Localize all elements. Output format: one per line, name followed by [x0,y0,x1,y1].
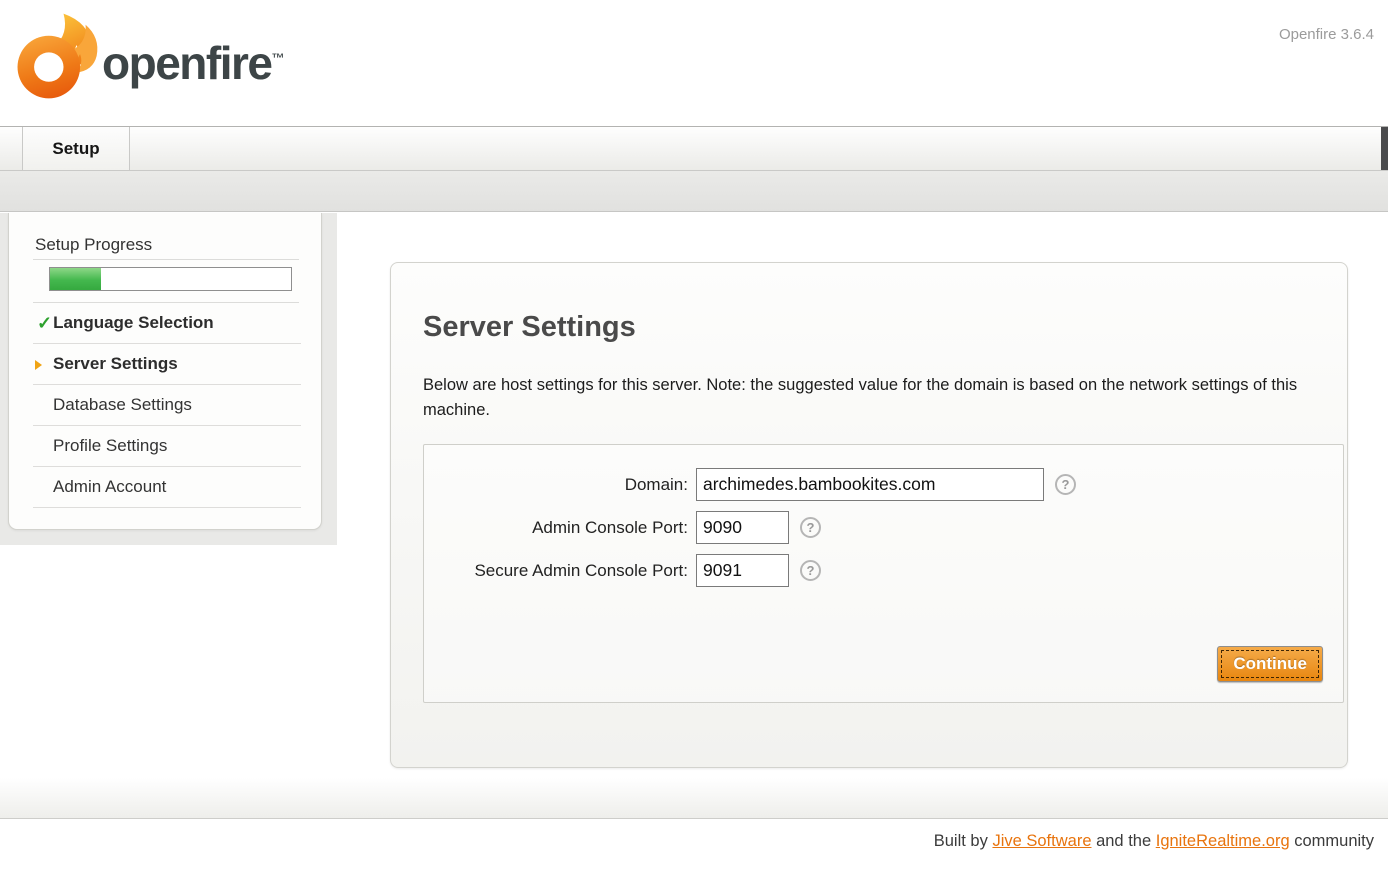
footer-text: Built by [934,832,993,850]
domain-label: Domain: [424,475,696,495]
wordmark: openfire™ [102,36,284,90]
secure-port-label: Secure Admin Console Port: [424,561,696,581]
setup-progress-bar [49,267,292,291]
sidebar-item-server-settings: Server Settings [33,344,301,385]
tab-bar: Setup [0,126,1388,171]
sidebar-item-language-selection: ✓ Language Selection [33,303,301,344]
domain-input[interactable] [696,468,1044,501]
igniterealtime-link[interactable]: IgniteRealtime.org [1156,832,1290,850]
step-label: Profile Settings [53,436,167,456]
form-row-secure-port: Secure Admin Console Port: ? [424,554,1343,587]
secure-port-input[interactable] [696,554,789,587]
footer-text: and the [1092,832,1156,850]
version-label: Openfire 3.6.4 [1279,26,1374,43]
sub-nav-bar [0,171,1388,212]
jive-software-link[interactable]: Jive Software [992,832,1091,850]
sidebar-item-database-settings: Database Settings [33,385,301,426]
openfire-setup-page: openfire™ Openfire 3.6.4 Setup Setup Pro… [0,0,1388,876]
openfire-logo-icon [12,6,104,106]
help-icon[interactable]: ? [1055,474,1076,495]
main-panel: Server Settings Below are host settings … [390,262,1348,768]
footer-text: community [1290,832,1374,850]
trademark-symbol: ™ [271,51,284,66]
step-label: Language Selection [53,313,214,333]
admin-port-input[interactable] [696,511,789,544]
sidebar-item-admin-account: Admin Account [33,467,301,508]
setup-steps-list: ✓ Language Selection Server Settings Dat… [33,303,301,508]
step-label: Server Settings [53,354,178,374]
help-icon[interactable]: ? [800,560,821,581]
sidebar-title: Setup Progress [35,235,152,255]
step-label: Admin Account [53,477,166,497]
check-icon: ✓ [37,313,52,334]
header: openfire™ Openfire 3.6.4 [0,0,1388,126]
progress-fill [50,268,101,290]
footer-divider [0,818,1388,819]
continue-button[interactable]: Continue [1217,646,1323,682]
form-row-domain: Domain: ? [424,468,1343,501]
divider [33,259,299,260]
clipped-tab-fragment [1381,127,1388,170]
footer-credits: Built by Jive Software and the IgniteRea… [934,832,1374,851]
admin-port-label: Admin Console Port: [424,518,696,538]
pre-footer-shade [0,778,1388,818]
step-label: Database Settings [53,395,192,415]
page-description: Below are host settings for this server.… [423,373,1301,423]
tab-setup[interactable]: Setup [22,127,130,170]
sidebar-item-profile-settings: Profile Settings [33,426,301,467]
form-row-admin-port: Admin Console Port: ? [424,511,1343,544]
setup-progress-sidebar: Setup Progress ✓ Language Selection Serv… [8,213,322,530]
page-title: Server Settings [423,311,636,344]
current-step-arrow-icon [35,360,42,370]
help-icon[interactable]: ? [800,517,821,538]
server-settings-form: Domain: ? Admin Console Port: ? Secure A… [423,444,1344,703]
